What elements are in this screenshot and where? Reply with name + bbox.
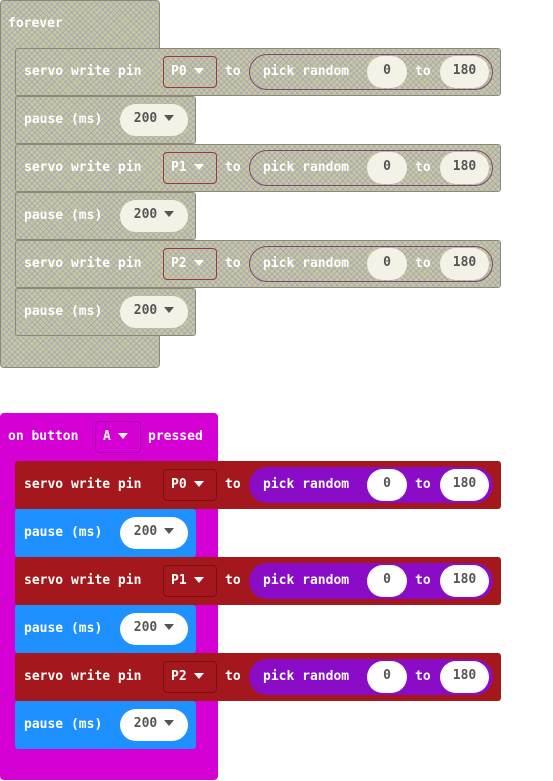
to-label: to: [225, 477, 241, 492]
to-label: to: [415, 256, 431, 271]
to-label: to: [225, 160, 241, 175]
random-min-input[interactable]: 0: [367, 56, 407, 88]
forever-label: forever: [8, 16, 63, 31]
pin-value: P1: [171, 573, 187, 588]
chevron-down-icon: [193, 672, 204, 679]
to-label: to: [415, 573, 431, 588]
servo-write-label: servo write pin: [24, 64, 142, 79]
chevron-down-icon: [193, 576, 204, 583]
pick-random-label: pick random: [263, 160, 350, 175]
to-label: to: [415, 477, 431, 492]
pause-value: 200: [133, 207, 158, 222]
to-label: to: [225, 573, 241, 588]
random-max-input[interactable]: 180: [440, 248, 489, 280]
pause-value: 200: [133, 716, 158, 731]
pin-dropdown-p0[interactable]: P0: [163, 469, 217, 501]
pause-value: 200: [133, 303, 158, 318]
random-min-input[interactable]: 0: [367, 248, 407, 280]
on-button-label: on button: [8, 429, 79, 444]
chevron-down-icon: [164, 719, 175, 726]
pick-random-label: pick random: [263, 256, 350, 271]
pause-duration-dropdown[interactable]: 200: [120, 200, 188, 232]
to-label: to: [415, 669, 431, 684]
pin-dropdown-p2[interactable]: P2: [163, 248, 217, 280]
pause-label: pause (ms): [24, 112, 103, 127]
to-label: to: [225, 669, 241, 684]
random-max-input[interactable]: 180: [440, 56, 489, 88]
chevron-down-icon: [164, 623, 175, 630]
button-value: A: [103, 429, 111, 444]
chevron-down-icon: [193, 259, 204, 266]
pause-value: 200: [133, 111, 158, 126]
button-dropdown[interactable]: A: [95, 421, 141, 453]
random-max-input[interactable]: 180: [440, 565, 489, 597]
pin-value: P1: [171, 160, 187, 175]
pause-label: pause (ms): [24, 304, 103, 319]
random-min-input[interactable]: 0: [367, 469, 407, 501]
random-min-input[interactable]: 0: [367, 661, 407, 693]
pin-dropdown-p1[interactable]: P1: [163, 565, 217, 597]
pick-random-label: pick random: [263, 669, 350, 684]
pause-label: pause (ms): [24, 621, 103, 636]
pause-duration-dropdown[interactable]: 200: [120, 517, 188, 549]
random-max-input[interactable]: 180: [440, 469, 489, 501]
servo-write-label: servo write pin: [24, 669, 142, 684]
random-min-input[interactable]: 0: [367, 565, 407, 597]
servo-write-label: servo write pin: [24, 573, 142, 588]
pin-dropdown-p2[interactable]: P2: [163, 661, 217, 693]
pause-label: pause (ms): [24, 525, 103, 540]
pin-dropdown-p1[interactable]: P1: [163, 152, 217, 184]
chevron-down-icon: [193, 67, 204, 74]
chevron-down-icon: [164, 210, 175, 217]
pause-duration-dropdown[interactable]: 200: [120, 709, 188, 741]
pressed-label: pressed: [148, 429, 203, 444]
pick-random-label: pick random: [263, 573, 350, 588]
chevron-down-icon: [193, 480, 204, 487]
chevron-down-icon: [117, 432, 128, 439]
pin-value: P2: [171, 256, 187, 271]
servo-write-label: servo write pin: [24, 160, 142, 175]
pause-value: 200: [133, 524, 158, 539]
to-label: to: [415, 64, 431, 79]
servo-write-label: servo write pin: [24, 477, 142, 492]
random-max-input[interactable]: 180: [440, 661, 489, 693]
chevron-down-icon: [193, 163, 204, 170]
pause-duration-dropdown[interactable]: 200: [120, 104, 188, 136]
pause-value: 200: [133, 620, 158, 635]
pin-value: P0: [171, 477, 187, 492]
pick-random-label: pick random: [263, 477, 350, 492]
pause-duration-dropdown[interactable]: 200: [120, 296, 188, 328]
pause-label: pause (ms): [24, 208, 103, 223]
chevron-down-icon: [164, 527, 175, 534]
pin-value: P0: [171, 64, 187, 79]
pin-value: P2: [171, 669, 187, 684]
to-label: to: [225, 64, 241, 79]
servo-write-label: servo write pin: [24, 256, 142, 271]
random-max-input[interactable]: 180: [440, 152, 489, 184]
chevron-down-icon: [164, 306, 175, 313]
to-label: to: [225, 256, 241, 271]
to-label: to: [415, 160, 431, 175]
pin-dropdown-p0[interactable]: P0: [163, 56, 217, 88]
pick-random-label: pick random: [263, 64, 350, 79]
chevron-down-icon: [164, 114, 175, 121]
random-min-input[interactable]: 0: [367, 152, 407, 184]
pause-label: pause (ms): [24, 717, 103, 732]
pause-duration-dropdown[interactable]: 200: [120, 613, 188, 645]
